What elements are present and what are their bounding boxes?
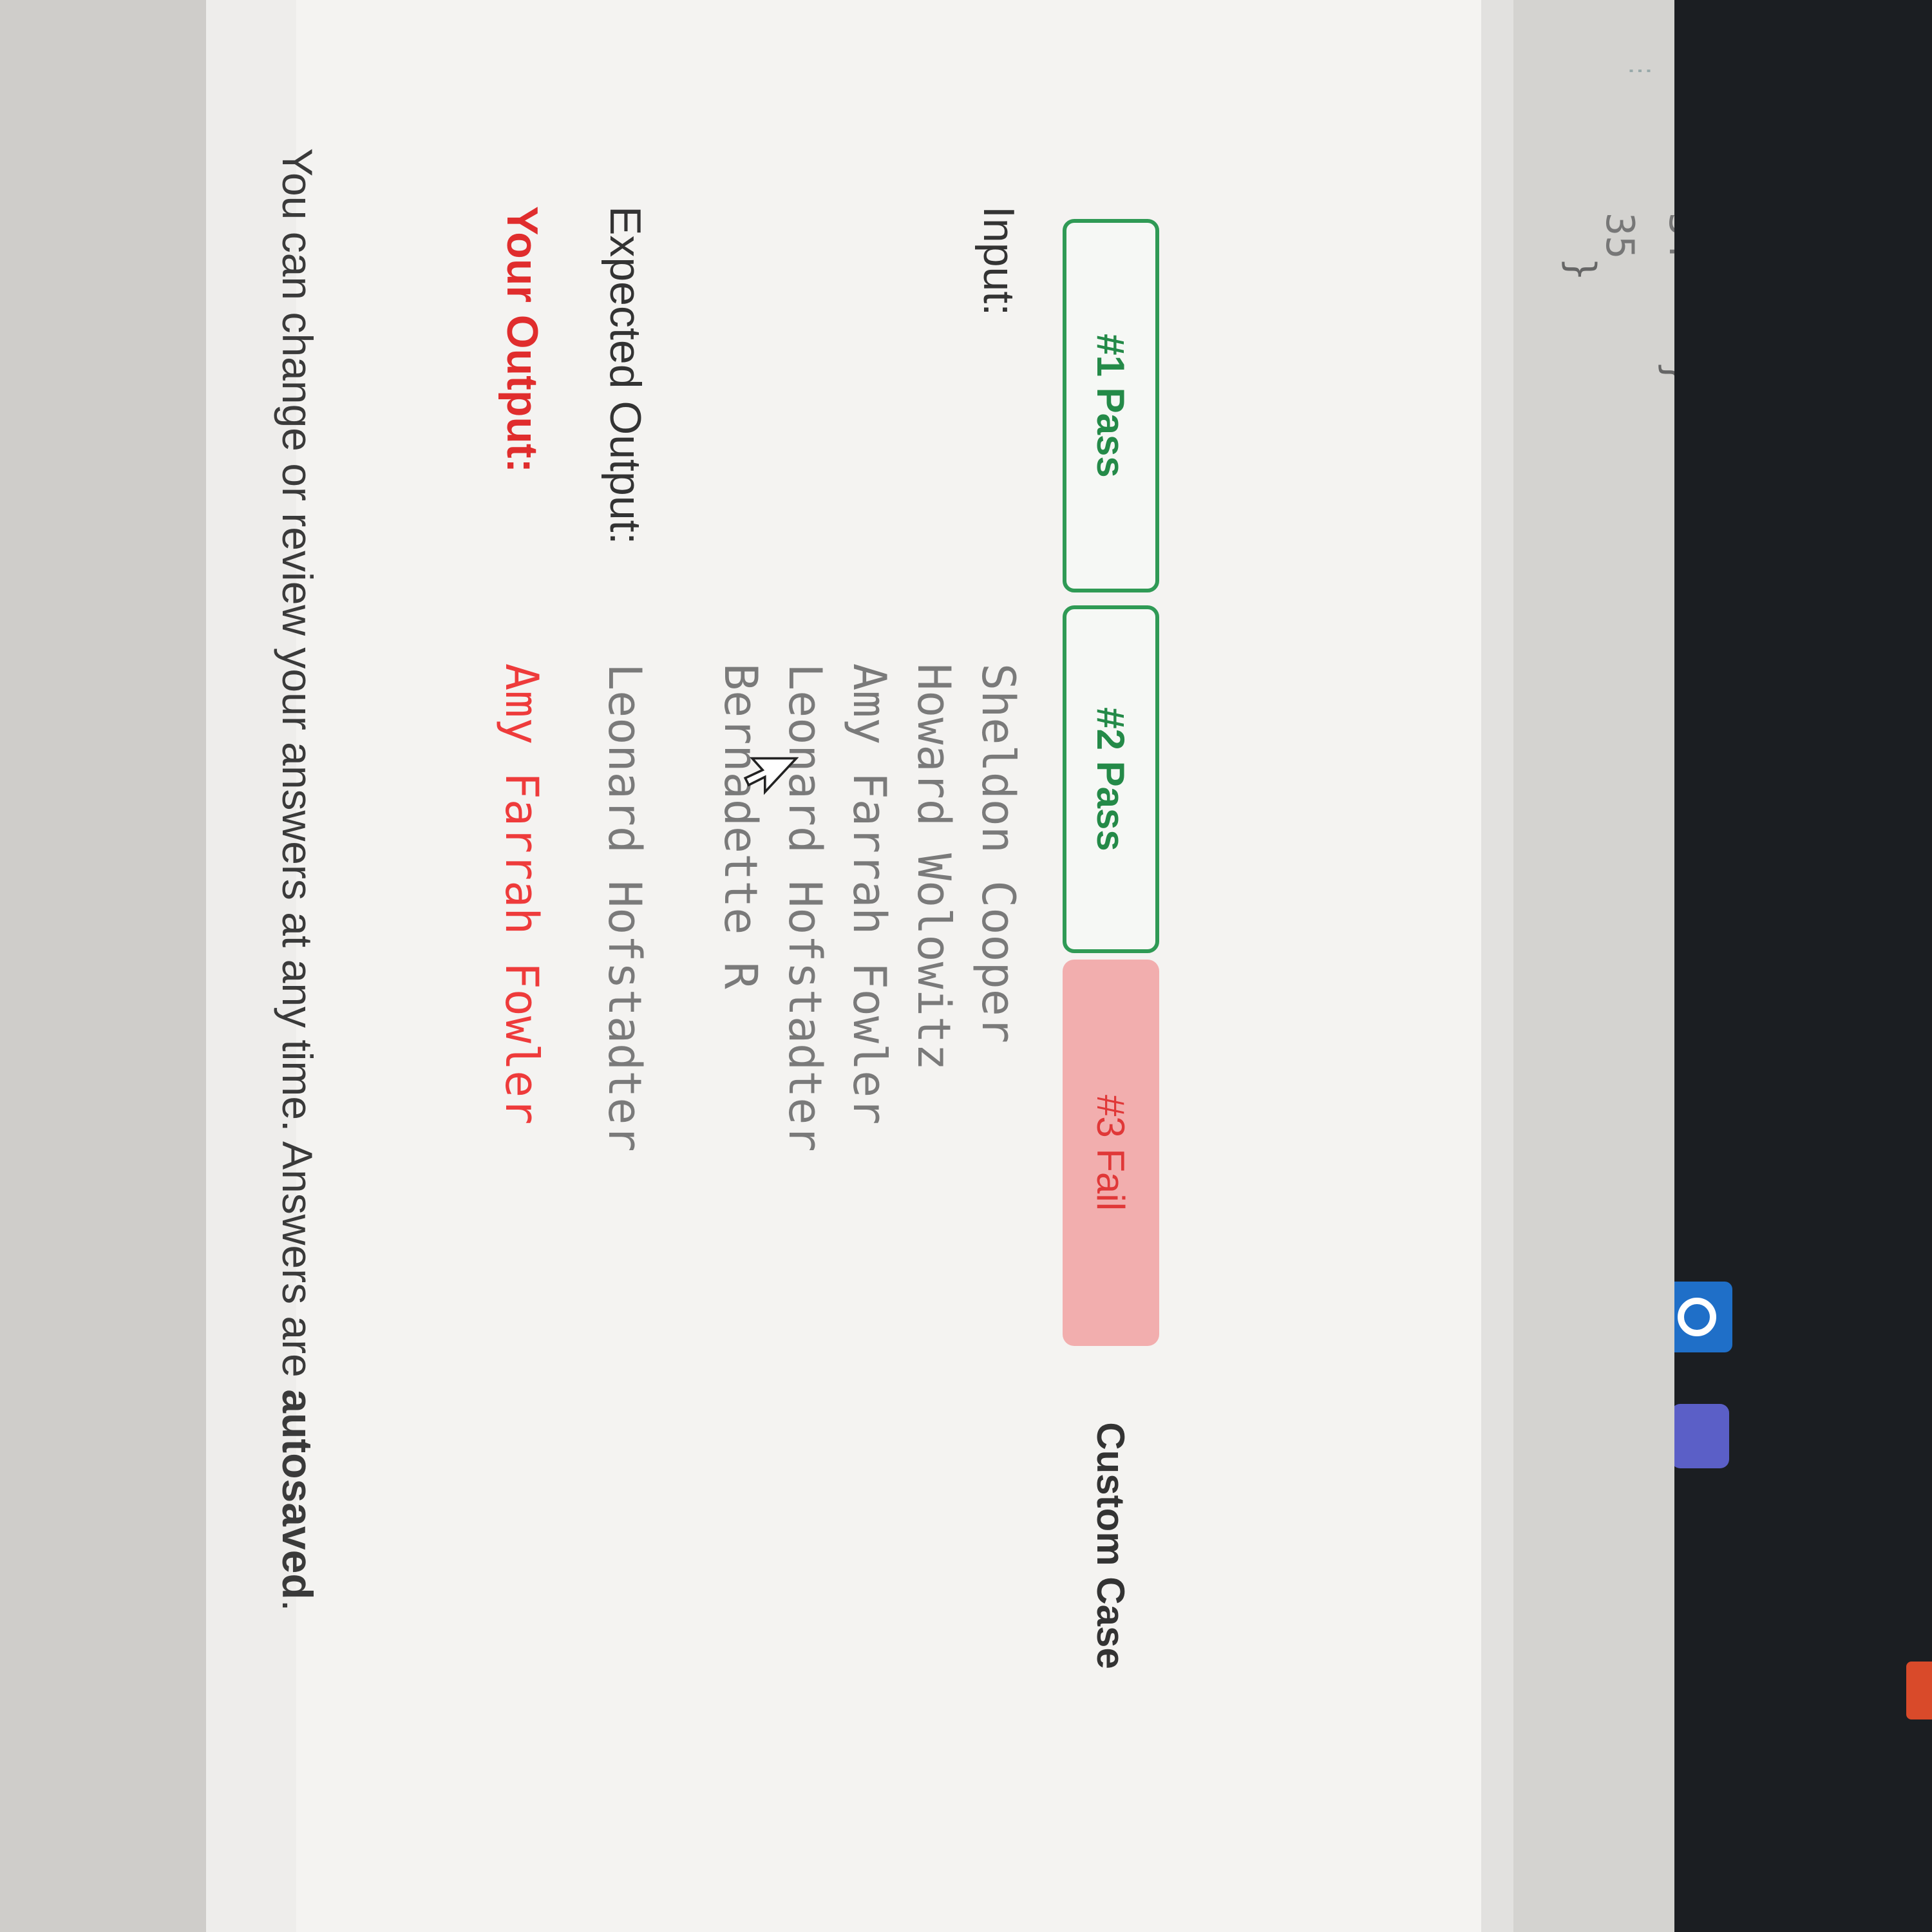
expected-output-label: Expected Output:	[601, 206, 650, 545]
code-brace: }	[1655, 361, 1674, 384]
taskbar	[1639, 0, 1932, 1932]
teams-icon[interactable]	[1671, 1404, 1729, 1468]
browser-screen: ⋮ 34 35 } } #1 Pass #2 Pass #3 Fail Cust…	[206, 0, 1674, 1932]
autosave-notice-text: You can change or review your answers at…	[274, 148, 321, 1378]
test-results-panel: #1 Pass #2 Pass #3 Fail Custom Case Inpu…	[296, 0, 1481, 1932]
your-output-label: Your Output:	[498, 206, 547, 473]
tab-test-2[interactable]: #2 Pass	[1063, 605, 1159, 953]
tab-custom-case[interactable]: Custom Case	[1063, 1385, 1159, 1707]
input-line: Amy Farrah Fowler	[843, 663, 896, 1125]
tab-test-3[interactable]: #3 Fail	[1063, 960, 1159, 1346]
more-icon[interactable]: ⋮	[1604, 58, 1655, 90]
autosave-notice: You can change or review your answers at…	[273, 148, 322, 1611]
your-output-value: Amy Farrah Fowler	[495, 663, 548, 1125]
input-line: Leonard Hofstadter	[779, 663, 831, 1152]
tab-test-1[interactable]: #1 Pass	[1063, 219, 1159, 592]
input-line: Howard Wolowitz	[907, 663, 960, 1071]
autosave-notice-bold: autosaved	[274, 1389, 321, 1600]
input-label: Input:	[974, 206, 1023, 316]
code-brace: }	[1558, 258, 1604, 281]
autosave-notice-end: .	[274, 1599, 321, 1612]
input-line: Bernadette R	[714, 663, 767, 989]
line-number-gutter	[1513, 0, 1674, 1932]
photo-background	[0, 0, 206, 1932]
app-icon[interactable]	[1906, 1662, 1932, 1719]
input-line: Sheldon Cooper	[972, 663, 1025, 1044]
mouse-pointer-icon	[743, 757, 799, 795]
expected-output-value: Leonard Hofstadter	[598, 663, 651, 1152]
